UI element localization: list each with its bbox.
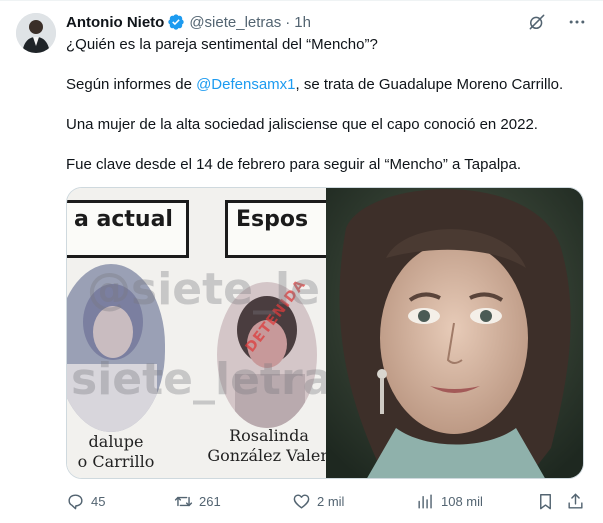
repost-count: 261	[199, 493, 221, 509]
tweet-text: ¿Quién es la pareja sentimental del “Men…	[66, 35, 586, 195]
repost-icon	[174, 496, 193, 506]
verified-badge-icon	[167, 13, 185, 31]
repost-button[interactable]: 261	[174, 489, 221, 513]
watermark-bottom: siete_letras	[71, 354, 326, 405]
separator-dot: ·	[285, 13, 291, 31]
caption-left: dalupe o Carrillo	[77, 432, 155, 471]
tweet-time[interactable]: 1h	[294, 14, 311, 31]
tweet-line-2-end: , se trata de Guadalupe Moreno Carrillo.	[295, 76, 564, 93]
views-count: 108 mil	[441, 493, 483, 509]
like-button[interactable]: 2 mil	[292, 489, 344, 513]
reply-count: 45	[91, 493, 106, 509]
watermark-top: @siete_le	[87, 264, 320, 315]
grok-icon[interactable]	[527, 12, 547, 32]
avatar-photo	[16, 13, 56, 53]
photo-label-left: a actual	[67, 200, 189, 258]
tweet-card[interactable]: Antonio Nieto @siete_letras · 1h ¿Quién …	[0, 0, 603, 523]
tweet-line-3: Una mujer de la alta sociedad jalisciens…	[66, 116, 538, 133]
views-icon	[418, 493, 432, 509]
more-icon[interactable]	[567, 12, 587, 32]
tweet-header: Antonio Nieto @siete_letras · 1h	[66, 11, 311, 33]
share-button[interactable]	[566, 489, 585, 513]
reply-icon	[68, 493, 83, 509]
tweet-media: a actual Espos DETENIDA @siete_le siete_…	[66, 187, 584, 479]
caption-right: Rosalinda González Valen	[207, 426, 326, 465]
like-icon	[293, 493, 310, 509]
reply-button[interactable]: 45	[66, 489, 105, 513]
mention-link[interactable]: @Defensamx1	[196, 76, 295, 93]
author-avatar[interactable]	[16, 13, 56, 53]
bookmark-icon	[540, 493, 551, 509]
author-handle[interactable]: @siete_letras	[189, 14, 281, 31]
tweet-actions: 45 261 2 mil 108 mil	[66, 489, 586, 513]
tweet-line-4: Fue clave desde el 14 de febrero para se…	[66, 156, 522, 173]
views-button[interactable]: 108 mil	[416, 489, 483, 513]
photo-label-right: Espos	[225, 200, 326, 258]
bookmark-button[interactable]	[536, 489, 555, 513]
media-image-comparison[interactable]: a actual Espos DETENIDA @siete_le siete_…	[67, 188, 326, 478]
media-image-portrait[interactable]	[326, 188, 583, 478]
author-name[interactable]: Antonio Nieto	[66, 14, 164, 31]
header-actions	[527, 12, 587, 32]
tweet-line-1: ¿Quién es la pareja sentimental del “Men…	[66, 36, 378, 53]
tweet-line-2: Según informes de @Defensamx1, se trata …	[66, 75, 586, 95]
tweet-line-2-start: Según informes de	[66, 76, 197, 93]
like-count: 2 mil	[317, 493, 345, 509]
share-icon	[568, 493, 583, 509]
